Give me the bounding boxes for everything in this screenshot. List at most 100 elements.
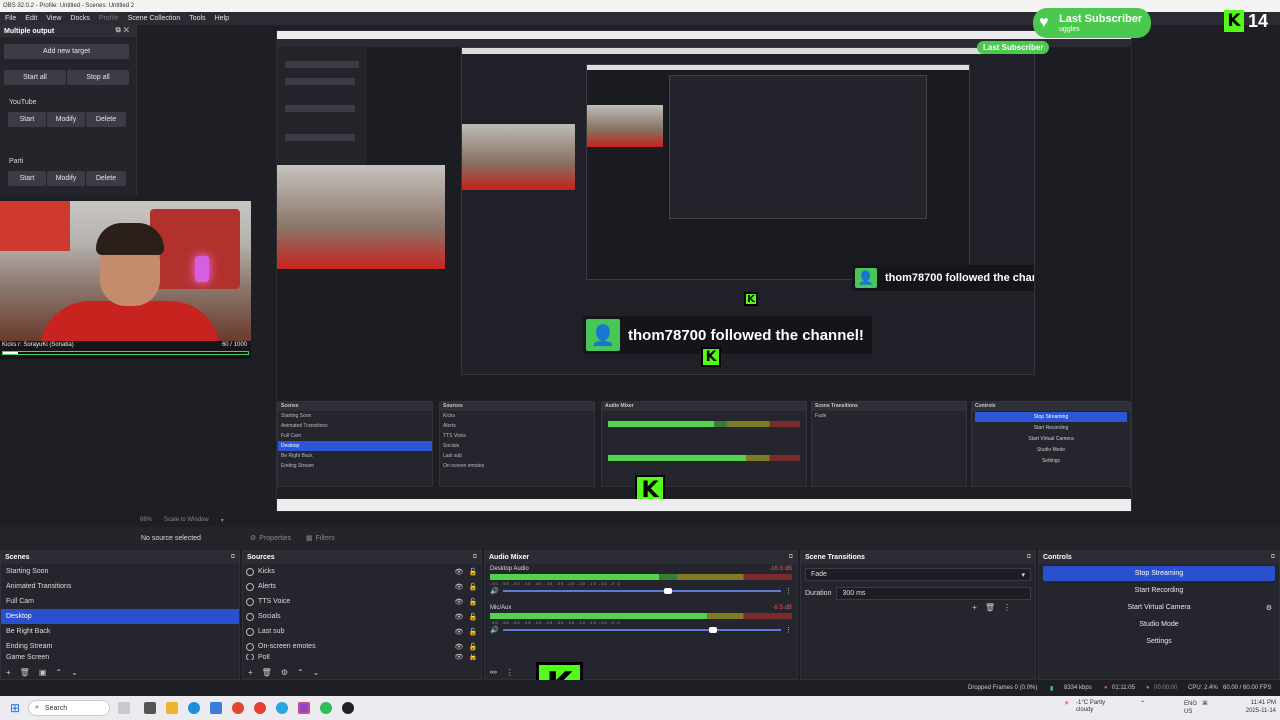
keyboard-language[interactable]: ENG US bbox=[1184, 700, 1197, 716]
scene-item[interactable]: Be Right Back bbox=[1, 624, 239, 639]
parti-start-button[interactable]: Start bbox=[8, 171, 46, 186]
stop-all-button[interactable]: Stop all bbox=[67, 70, 129, 85]
volume-slider-handle[interactable] bbox=[664, 588, 673, 594]
source-item[interactable]: Kicks 👁 🔓 bbox=[243, 564, 481, 579]
menu-help[interactable]: Help bbox=[215, 15, 229, 25]
down-arrow-icon[interactable]: ⌄ bbox=[71, 668, 78, 677]
lock-icon[interactable]: 🔓 bbox=[468, 598, 478, 606]
scale-mode[interactable]: Scale to Window bbox=[164, 517, 209, 524]
scene-item-selected[interactable]: Desktop bbox=[1, 609, 239, 624]
eye-icon[interactable]: 👁 bbox=[454, 598, 464, 606]
youtube-start-button[interactable]: Start bbox=[8, 112, 46, 127]
more-icon[interactable]: ⋮ bbox=[1003, 603, 1011, 612]
add-icon[interactable]: + bbox=[972, 603, 977, 612]
source-item[interactable]: Poll 👁 🔓 bbox=[243, 654, 481, 660]
up-arrow-icon[interactable]: ⌃ bbox=[55, 668, 62, 677]
dock-float-icon[interactable]: ⧉ bbox=[1027, 554, 1031, 561]
dock-float-icon[interactable]: ⧉ bbox=[231, 554, 235, 561]
volume-slider[interactable] bbox=[502, 588, 781, 594]
scene-item[interactable]: Animated Transitions bbox=[1, 579, 239, 594]
menu-view[interactable]: View bbox=[46, 15, 61, 25]
chevron-down-icon[interactable]: ▾ bbox=[221, 517, 224, 524]
lock-icon[interactable]: 🔓 bbox=[468, 613, 478, 621]
source-item[interactable]: TTS Voice 👁 🔓 bbox=[243, 594, 481, 609]
filter-icon[interactable]: ▣ bbox=[39, 668, 47, 677]
scene-item[interactable]: Game Screen bbox=[1, 654, 239, 660]
windows-start-icon[interactable]: ⊞ bbox=[10, 701, 20, 715]
chrome-icon[interactable] bbox=[254, 702, 266, 714]
speaker-icon[interactable]: 🔊 bbox=[490, 626, 499, 634]
source-item[interactable]: Socials 👁 🔓 bbox=[243, 609, 481, 624]
more-icon[interactable]: ⋮ bbox=[506, 668, 514, 677]
taskbar-clock[interactable]: 11:41 PM 2025-11-14 bbox=[1246, 699, 1276, 715]
eye-icon[interactable]: 👁 bbox=[454, 583, 464, 591]
menu-scene-collection[interactable]: Scene Collection bbox=[128, 15, 181, 25]
source-item[interactable]: Alerts 👁 🔓 bbox=[243, 579, 481, 594]
eye-icon[interactable]: 👁 bbox=[454, 628, 464, 636]
settings-button[interactable]: Settings bbox=[1043, 634, 1275, 649]
down-arrow-icon[interactable]: ⌄ bbox=[313, 668, 320, 677]
scene-item[interactable]: Starting Soon bbox=[1, 564, 239, 579]
trash-icon[interactable]: 🗑 bbox=[985, 603, 995, 612]
stop-streaming-button[interactable]: Stop Streaming bbox=[1043, 566, 1275, 581]
transition-select[interactable]: Fade ▾ bbox=[805, 568, 1031, 581]
tray-chevron-icon[interactable]: ⌃ bbox=[1140, 700, 1145, 707]
trash-icon[interactable]: 🗑 bbox=[20, 668, 30, 677]
menu-tools[interactable]: Tools bbox=[189, 15, 205, 25]
gear-icon[interactable]: ⚙ bbox=[1266, 604, 1272, 612]
store-icon[interactable] bbox=[210, 702, 222, 714]
source-item[interactable]: On-screen emotes 👁 🔓 bbox=[243, 639, 481, 654]
eye-icon[interactable]: 👁 bbox=[454, 654, 464, 660]
start-all-button[interactable]: Start all bbox=[4, 70, 66, 85]
network-icon[interactable]: ⌘ bbox=[1202, 700, 1208, 707]
menu-docks[interactable]: Docks bbox=[70, 15, 89, 25]
more-icon[interactable]: ⋮ bbox=[785, 626, 792, 634]
start-virtual-camera-button[interactable]: Start Virtual Camera ⚙ bbox=[1043, 600, 1275, 615]
gear-icon[interactable]: ⚙ bbox=[281, 668, 288, 677]
menu-edit[interactable]: Edit bbox=[25, 15, 37, 25]
start-recording-button[interactable]: Start Recording bbox=[1043, 583, 1275, 598]
up-arrow-icon[interactable]: ⌃ bbox=[297, 668, 304, 677]
spotify-icon[interactable] bbox=[320, 702, 332, 714]
filters-button[interactable]: ▦ Filters bbox=[306, 534, 335, 543]
volume-slider[interactable] bbox=[502, 627, 781, 633]
eye-icon[interactable]: 👁 bbox=[454, 643, 464, 651]
taskbar-search[interactable]: ⌕ Search bbox=[28, 700, 110, 716]
volume-slider-handle[interactable] bbox=[708, 627, 717, 633]
properties-button[interactable]: ⚙ Properties bbox=[250, 534, 291, 543]
lock-icon[interactable]: 🔓 bbox=[468, 583, 478, 591]
file-explorer-icon[interactable] bbox=[166, 702, 178, 714]
firefox-icon[interactable] bbox=[232, 702, 244, 714]
speaker-icon[interactable]: 🔊 bbox=[490, 587, 499, 595]
eye-icon[interactable]: 👁 bbox=[454, 613, 464, 621]
menu-file[interactable]: File bbox=[5, 15, 16, 25]
dock-controls[interactable]: ⧉✕ bbox=[116, 27, 132, 35]
lock-icon[interactable]: 🔓 bbox=[468, 628, 478, 636]
telegram-icon[interactable] bbox=[276, 702, 288, 714]
task-view-icon[interactable] bbox=[118, 702, 130, 714]
scene-item[interactable]: Full Cam bbox=[1, 594, 239, 609]
add-new-target-button[interactable]: Add new target bbox=[4, 44, 129, 59]
edge-icon[interactable] bbox=[188, 702, 200, 714]
dock-float-icon[interactable]: ⧉ bbox=[1271, 554, 1275, 561]
duration-input[interactable]: 300 ms bbox=[836, 587, 1031, 600]
obs-app-icon[interactable] bbox=[298, 702, 310, 714]
studio-mode-button[interactable]: Studio Mode bbox=[1043, 617, 1275, 632]
add-icon[interactable]: + bbox=[248, 668, 253, 677]
dock-float-icon[interactable]: ⧉ bbox=[473, 554, 477, 561]
link-icon[interactable]: ⚯ bbox=[490, 668, 497, 677]
zoom-level[interactable]: 88% bbox=[140, 517, 152, 524]
stream-preview[interactable]: 👤 thom78700 followed the channel! 👤 thom… bbox=[276, 30, 1132, 512]
menu-profile[interactable]: Profile bbox=[99, 15, 119, 25]
scene-item[interactable]: Ending Stream bbox=[1, 639, 239, 654]
trash-icon[interactable]: 🗑 bbox=[262, 668, 272, 677]
add-icon[interactable]: + bbox=[6, 668, 11, 677]
youtube-delete-button[interactable]: Delete bbox=[86, 112, 126, 127]
source-item[interactable]: Last sub 👁 🔓 bbox=[243, 624, 481, 639]
eye-icon[interactable]: 👁 bbox=[454, 568, 464, 576]
terminal-icon[interactable] bbox=[144, 702, 156, 714]
lock-icon[interactable]: 🔓 bbox=[468, 654, 478, 660]
more-icon[interactable]: ⋮ bbox=[785, 587, 792, 595]
dock-float-icon[interactable]: ⧉ bbox=[789, 554, 793, 561]
youtube-modify-button[interactable]: Modify bbox=[47, 112, 85, 127]
